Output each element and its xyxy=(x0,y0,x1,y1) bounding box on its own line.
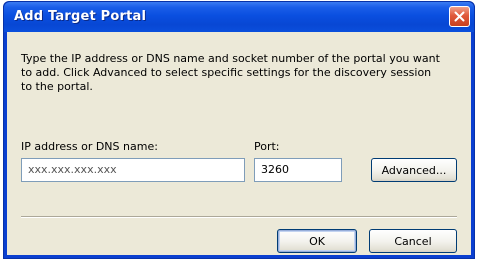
cancel-button[interactable]: Cancel xyxy=(369,229,457,253)
ip-address-label: IP address or DNS name: xyxy=(21,140,158,153)
close-button[interactable] xyxy=(449,6,470,27)
instructions-text: Type the IP address or DNS name and sock… xyxy=(21,52,440,93)
separator xyxy=(21,216,457,218)
dialog-body: Type the IP address or DNS name and sock… xyxy=(7,32,471,255)
ip-address-input[interactable]: xxx.xxx.xxx.xxx xyxy=(21,158,245,182)
port-label: Port: xyxy=(254,140,280,153)
close-icon xyxy=(454,11,465,22)
title-bar[interactable]: Add Target Portal xyxy=(4,2,474,32)
port-input[interactable]: 3260 xyxy=(254,158,342,182)
add-target-portal-dialog: Add Target Portal Type the IP address or… xyxy=(3,1,475,259)
dialog-title: Add Target Portal xyxy=(14,9,147,24)
ok-button[interactable]: OK xyxy=(277,229,357,253)
advanced-button[interactable]: Advanced... xyxy=(371,158,457,182)
